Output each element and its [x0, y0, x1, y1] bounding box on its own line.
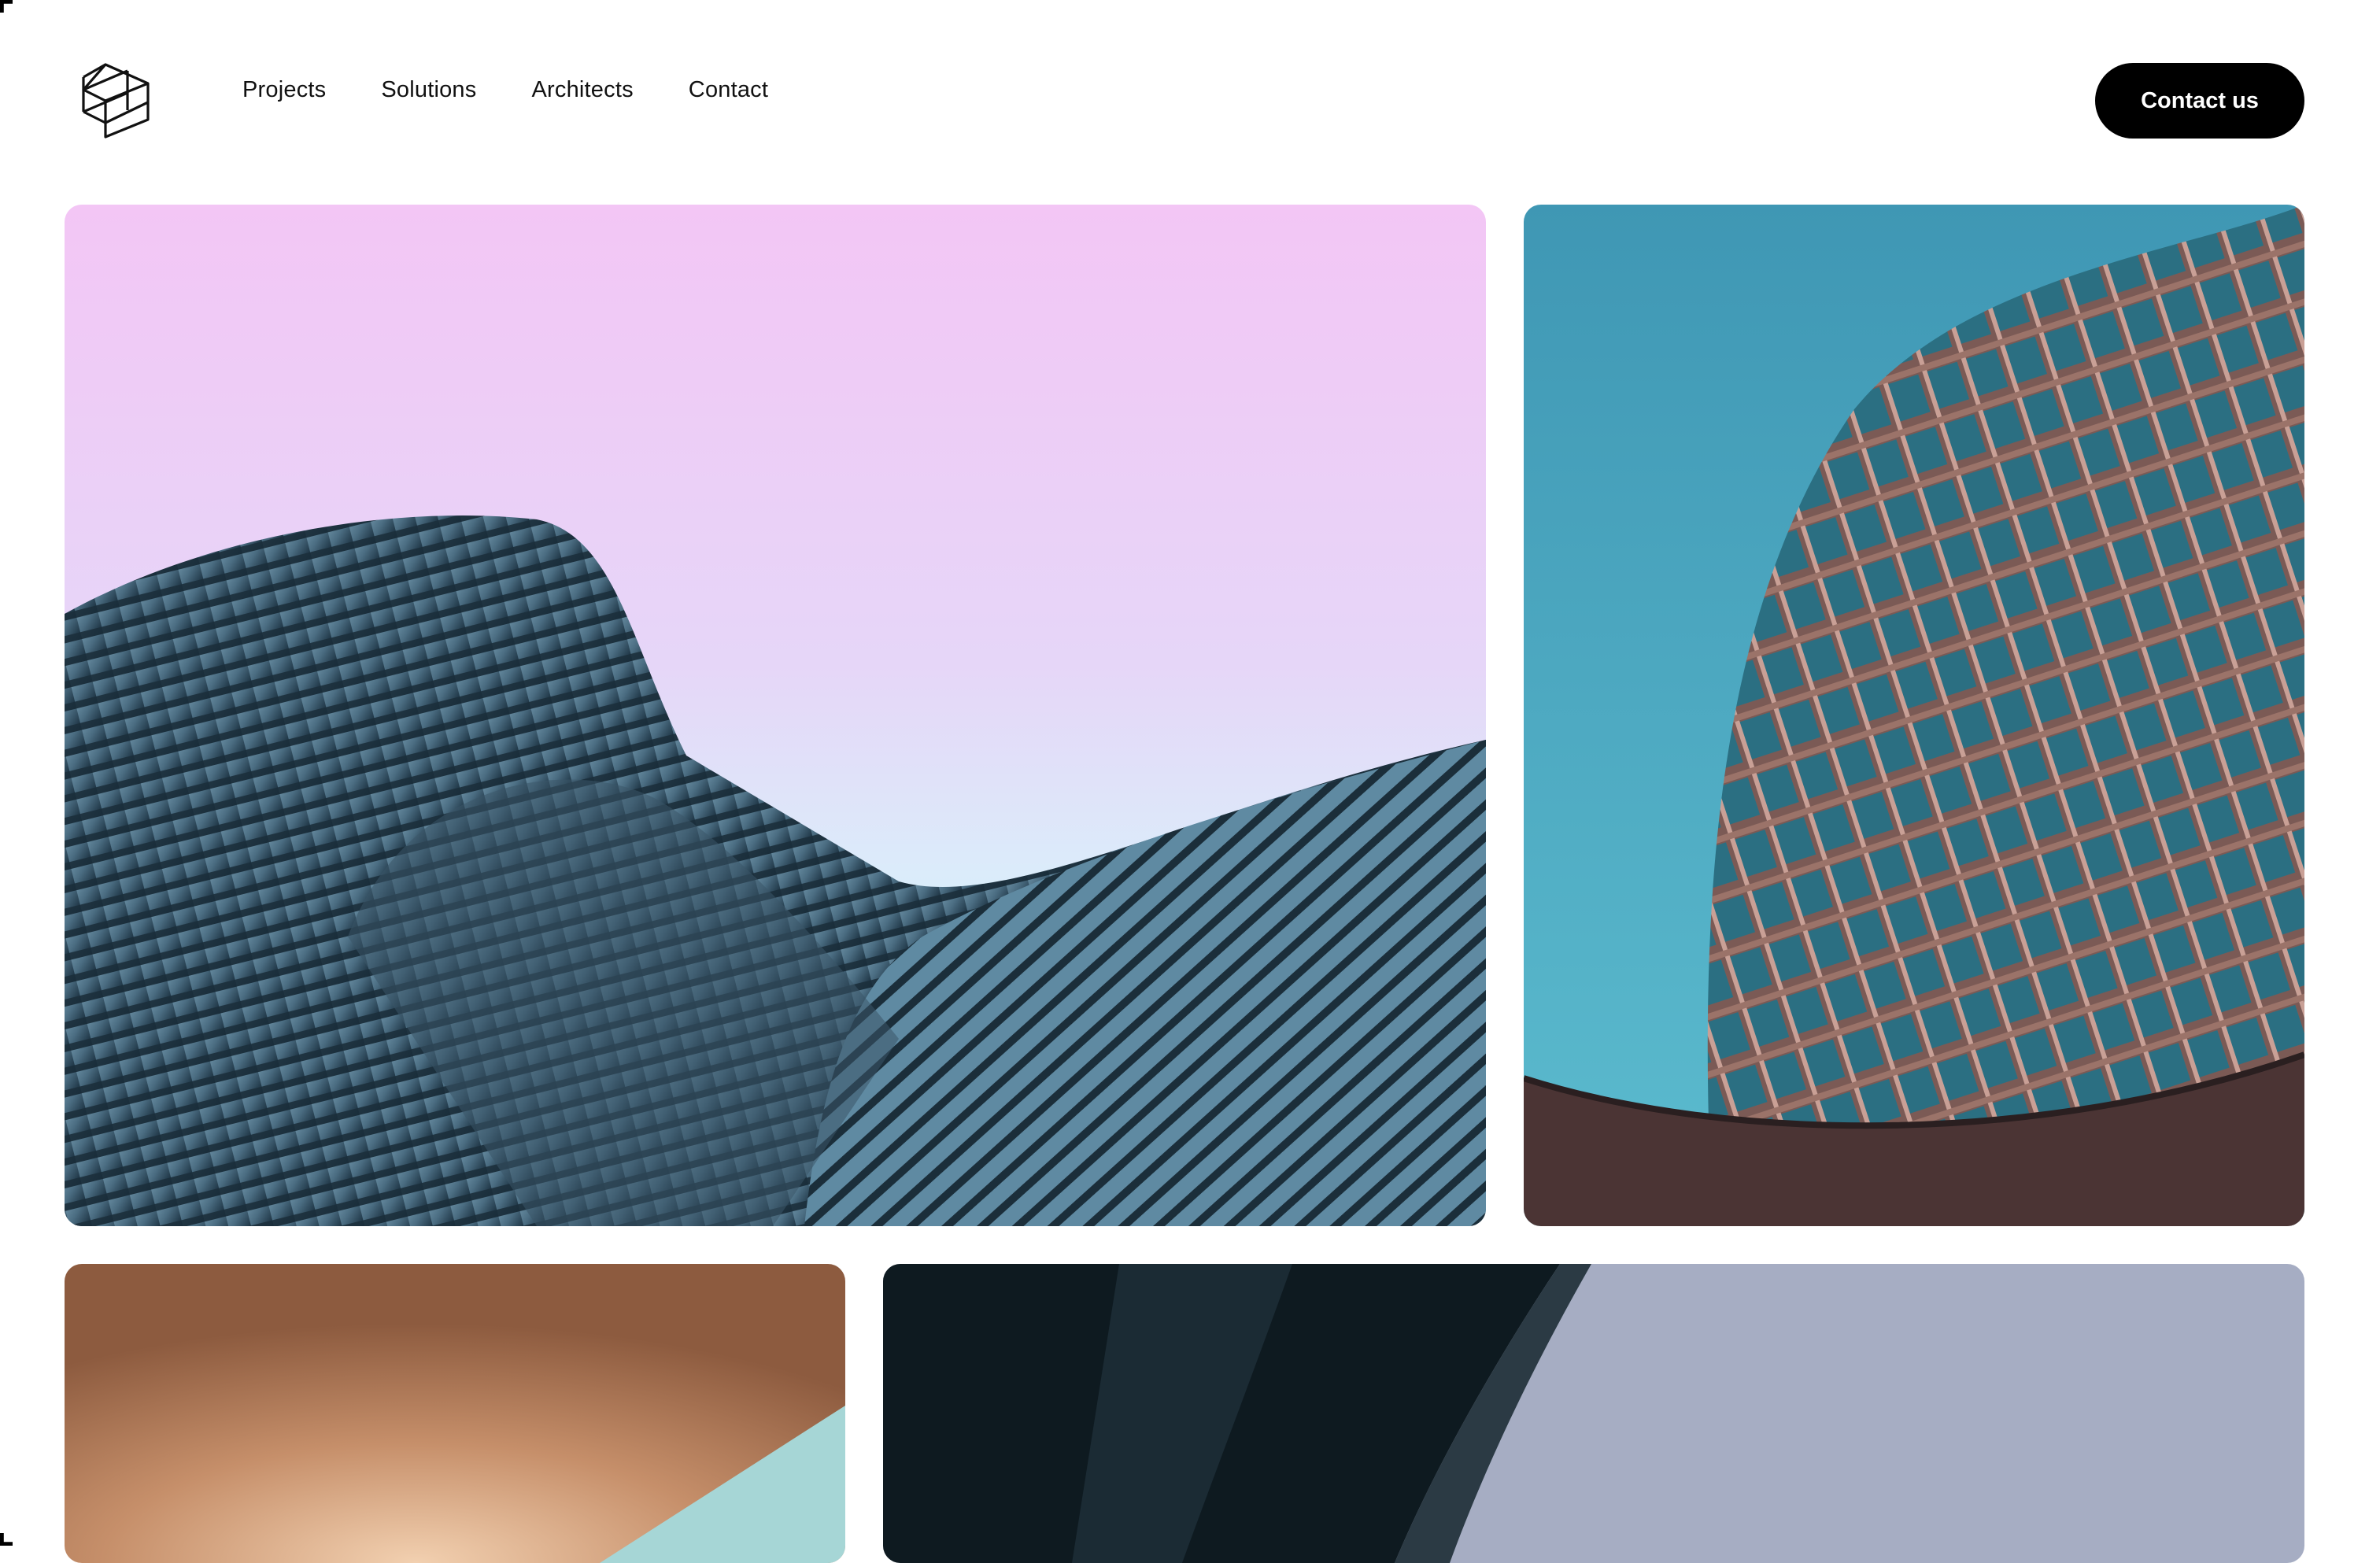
isometric-cube-logo-icon: [82, 63, 150, 139]
gallery-card-round-tower[interactable]: [1524, 205, 2304, 1226]
curved-glass-building-photo: [65, 205, 1486, 1226]
site-header: Projects Solutions Architects Contact Co…: [0, 0, 2380, 189]
nav-solutions-link[interactable]: Solutions: [381, 77, 476, 103]
frame-corner-bottom-left: [0, 1533, 13, 1546]
copper-ceiling-photo: [65, 1264, 845, 1563]
gallery-card-copper-ceiling[interactable]: [65, 1264, 845, 1563]
nav-architects-link[interactable]: Architects: [531, 77, 633, 103]
gallery-card-curved-building[interactable]: [65, 205, 1486, 1226]
nav-projects-link[interactable]: Projects: [242, 77, 326, 103]
contact-us-button[interactable]: Contact us: [2095, 63, 2304, 139]
dark-sculptural-building-photo: [883, 1264, 2304, 1563]
main-navigation: Projects Solutions Architects Contact: [242, 77, 768, 103]
round-tower-facade-photo: [1524, 205, 2304, 1226]
nav-contact-link[interactable]: Contact: [689, 77, 768, 103]
gallery-card-dark-building[interactable]: [883, 1264, 2304, 1563]
brand-logo-link[interactable]: [82, 61, 150, 139]
